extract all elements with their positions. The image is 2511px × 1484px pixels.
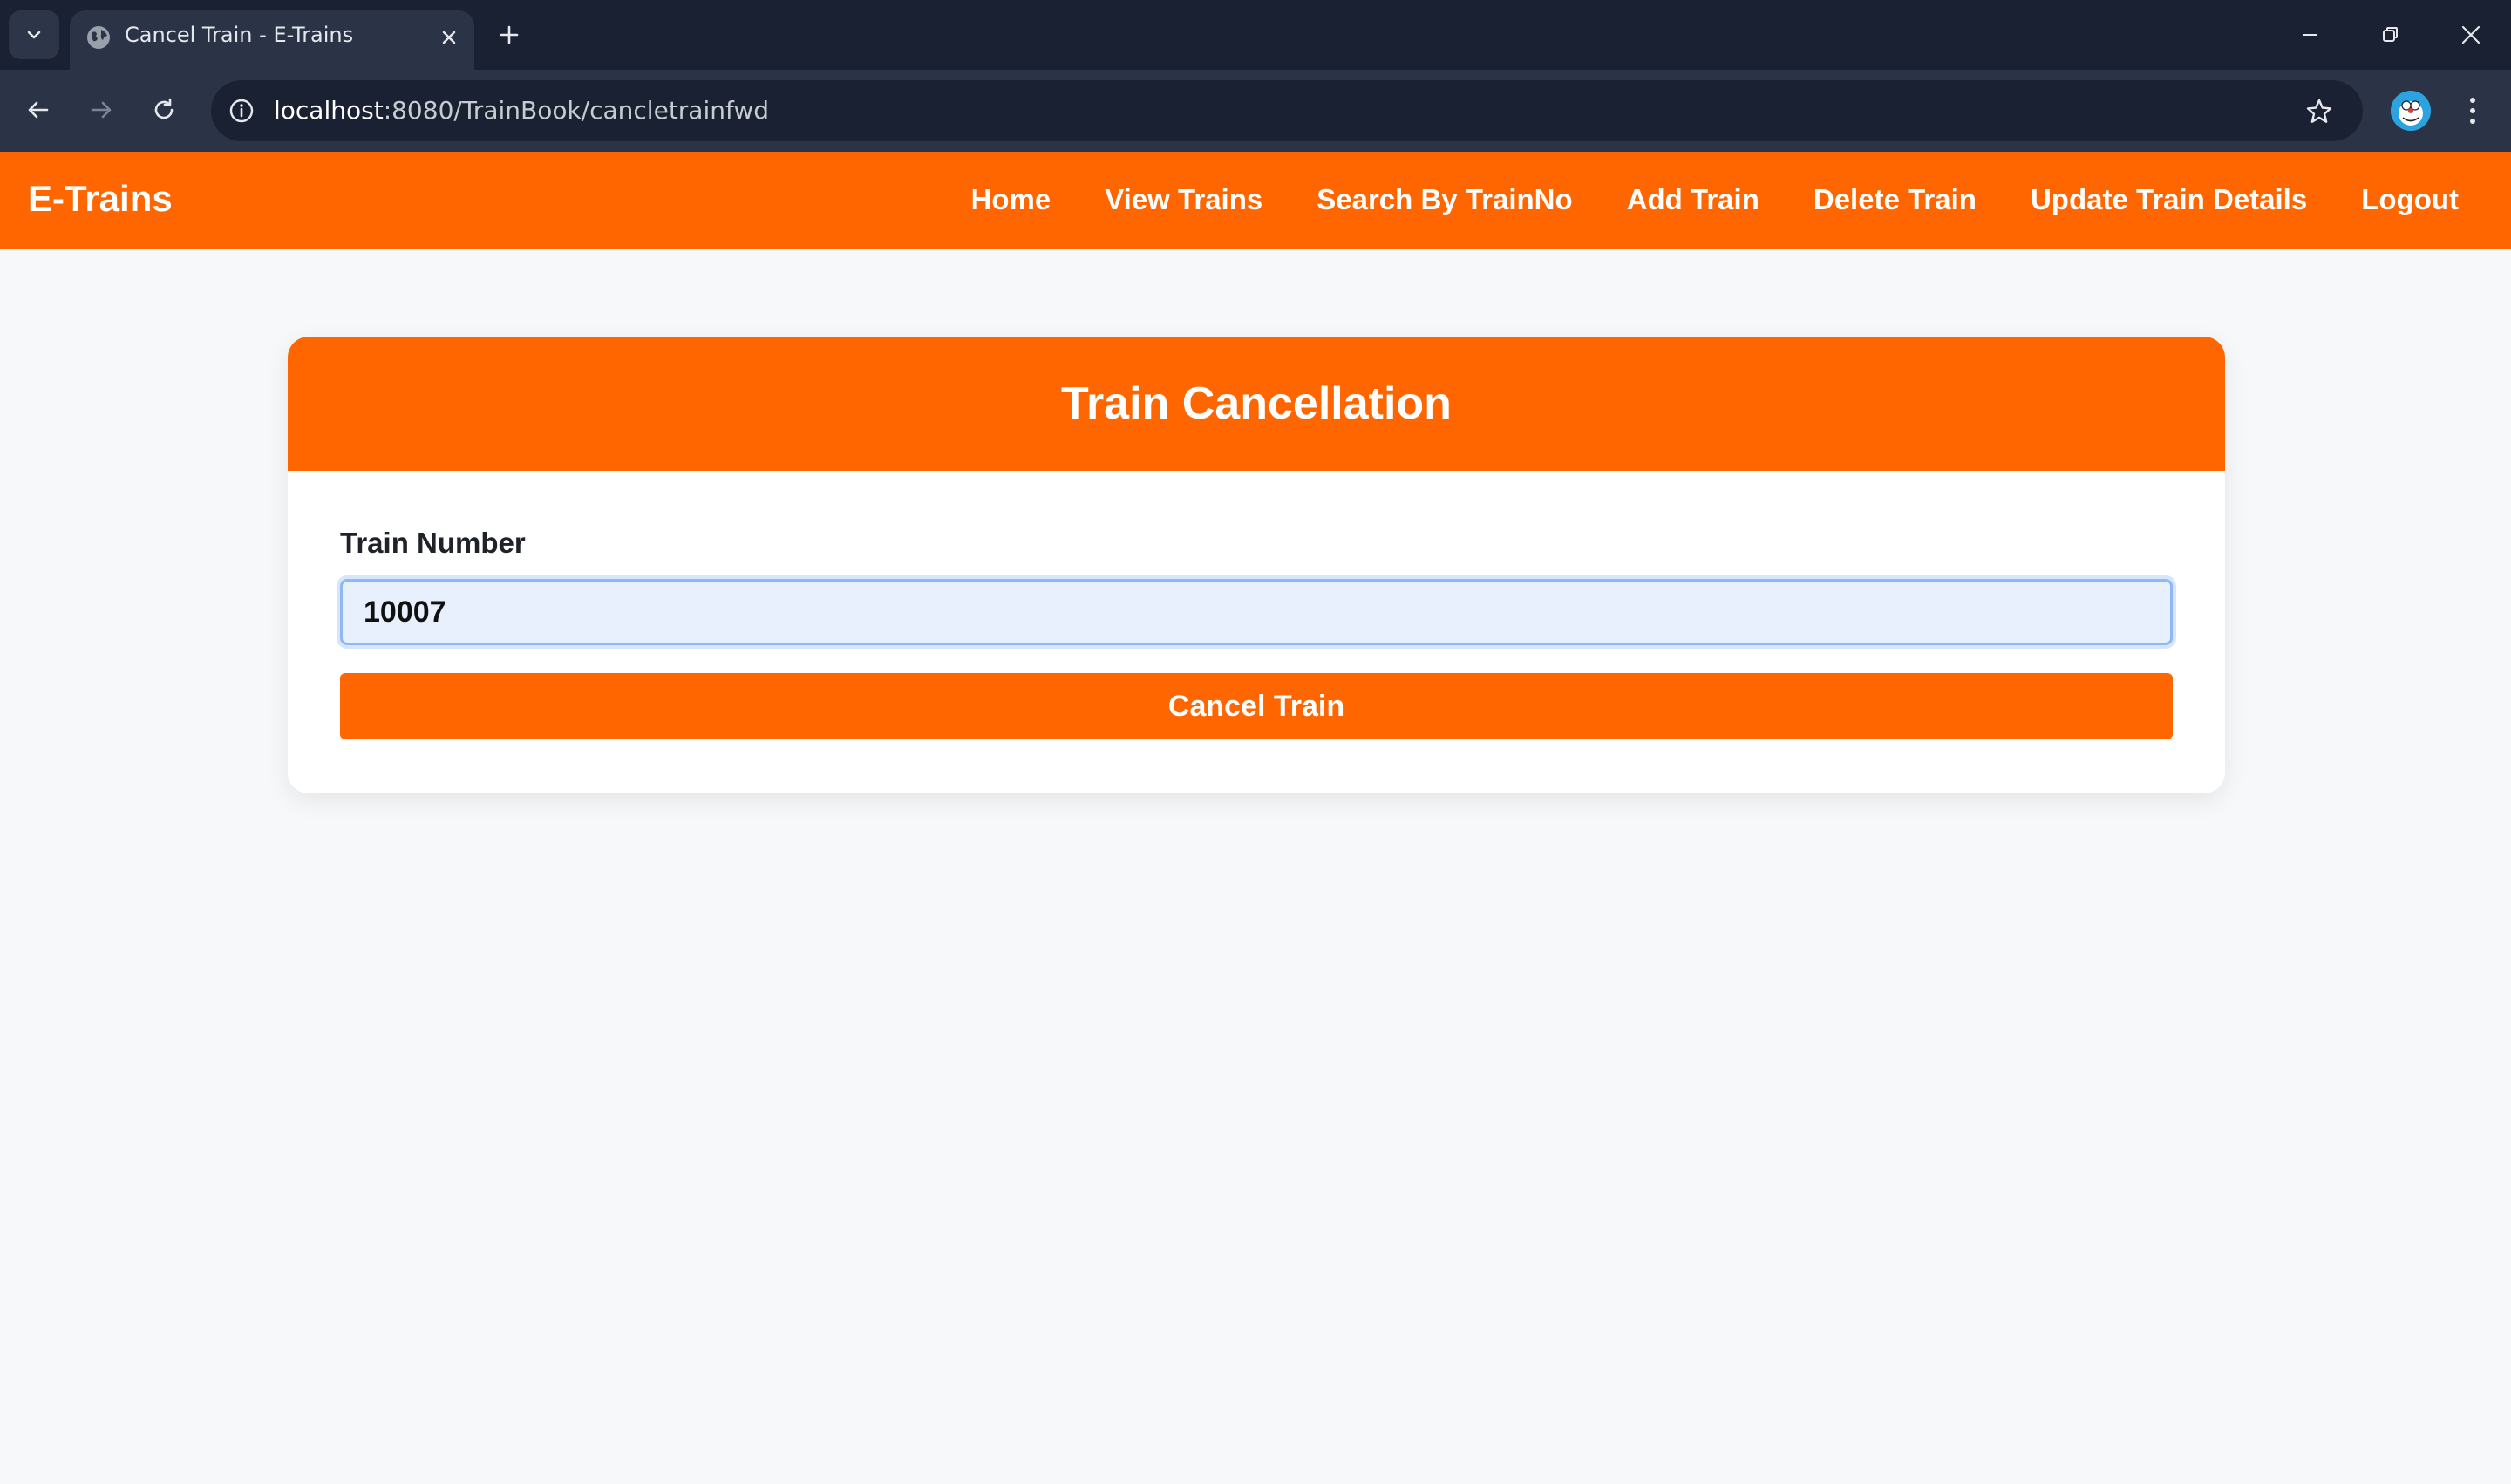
site-info-button[interactable]	[223, 92, 260, 129]
info-icon	[229, 99, 254, 123]
browser-menu-button[interactable]	[2455, 91, 2490, 131]
tab-title: Cancel Train - E-Trains	[125, 23, 354, 47]
bookmark-button[interactable]	[2302, 94, 2337, 129]
nav-link-logout[interactable]: Logout	[2361, 183, 2459, 216]
card-header: Train Cancellation	[288, 337, 2225, 471]
chevron-down-icon	[27, 31, 41, 39]
url-text: localhost:8080/TrainBook/cancletrainfwd	[274, 96, 769, 125]
tab-search-button[interactable]	[9, 10, 59, 59]
site-navbar: E-Trains Home View Trains Search By Trai…	[0, 152, 2511, 249]
close-window-button[interactable]	[2445, 12, 2497, 58]
tab-close-button[interactable]	[436, 24, 462, 51]
star-icon	[2306, 99, 2332, 123]
cancellation-card: Train Cancellation Train Number Cancel T…	[288, 337, 2225, 793]
nav-link-delete-train[interactable]: Delete Train	[1814, 183, 1977, 216]
reload-icon	[154, 98, 174, 119]
nav-link-search-by-trainno[interactable]: Search By TrainNo	[1317, 183, 1572, 216]
close-icon	[2461, 25, 2480, 44]
profile-avatar-icon	[2391, 91, 2431, 131]
restore-button[interactable]	[2365, 12, 2417, 58]
nav-links: Home View Trains Search By TrainNo Add T…	[971, 183, 2459, 216]
brand-logo[interactable]: E-Trains	[28, 178, 173, 220]
profile-avatar[interactable]	[2391, 91, 2431, 131]
reload-button[interactable]	[143, 89, 185, 131]
arrow-right-icon	[91, 101, 112, 119]
minimize-button[interactable]	[2284, 12, 2337, 58]
plus-icon	[500, 25, 519, 44]
more-vertical-icon	[2470, 98, 2475, 124]
nav-link-add-train[interactable]: Add Train	[1627, 183, 1759, 216]
new-tab-button[interactable]	[492, 17, 527, 52]
browser-tab[interactable]: Cancel Train - E-Trains	[70, 10, 474, 70]
nav-link-home[interactable]: Home	[971, 183, 1051, 216]
url-path: :8080/TrainBook/cancletrainfwd	[383, 96, 770, 125]
back-button[interactable]	[17, 89, 59, 131]
arrow-left-icon	[28, 101, 49, 119]
restore-icon	[2383, 27, 2398, 42]
forward-button[interactable]	[80, 89, 122, 131]
cancel-train-button[interactable]: Cancel Train	[340, 673, 2173, 739]
train-number-label: Train Number	[340, 527, 526, 559]
nav-link-update-train-details[interactable]: Update Train Details	[2031, 183, 2307, 216]
nav-link-view-trains[interactable]: View Trains	[1105, 183, 1262, 216]
minimize-icon	[2303, 34, 2317, 36]
page-title: Train Cancellation	[1061, 378, 1452, 429]
browser-tab-bar: Cancel Train - E-Trains	[0, 0, 2511, 70]
close-icon	[442, 31, 456, 44]
address-bar[interactable]: localhost:8080/TrainBook/cancletrainfwd	[211, 80, 2363, 141]
globe-icon	[87, 26, 110, 49]
train-number-input[interactable]	[340, 579, 2173, 645]
browser-toolbar: localhost:8080/TrainBook/cancletrainfwd	[0, 70, 2511, 152]
url-host: localhost	[274, 96, 384, 125]
